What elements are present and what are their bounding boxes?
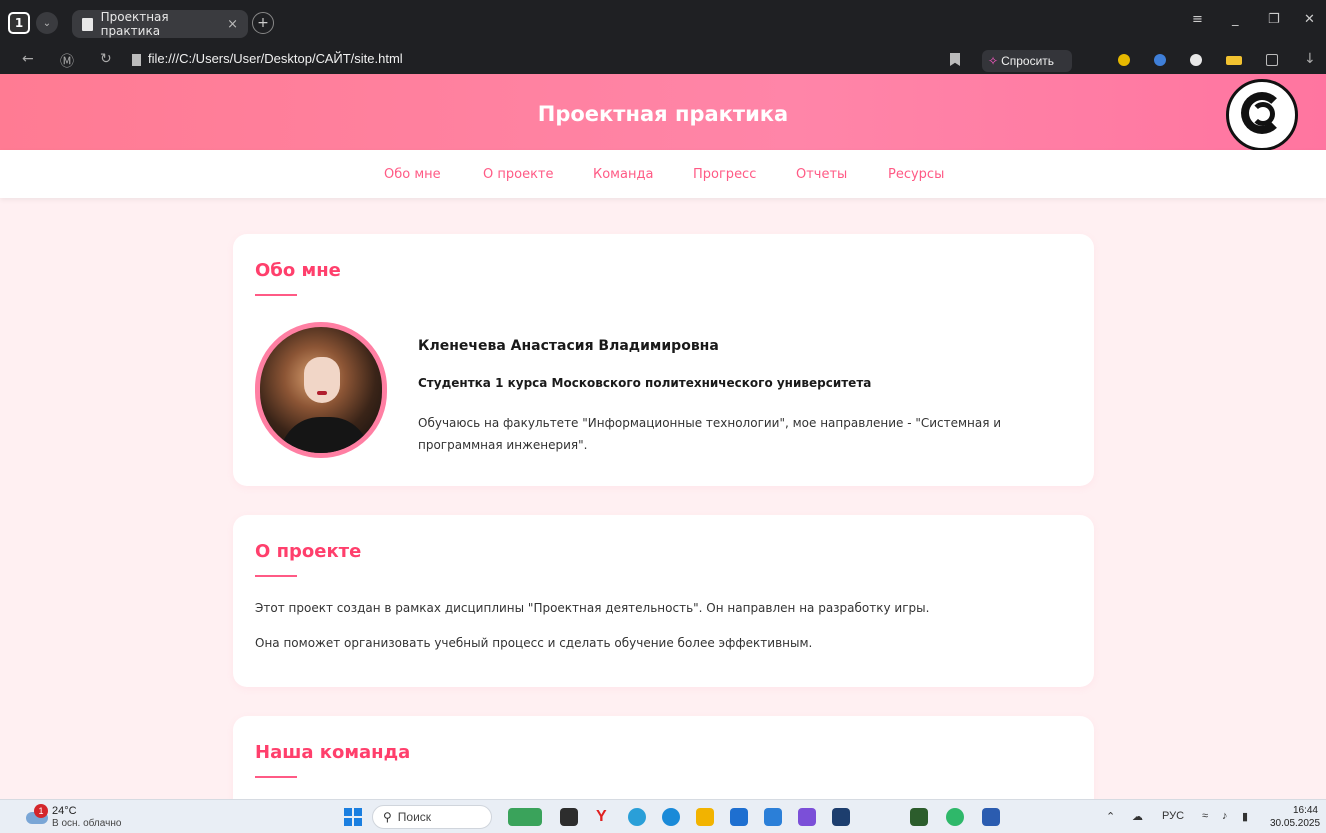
about-heading: Обо мне: [255, 260, 341, 281]
profile-description: Обучаюсь на факультете "Информационные т…: [418, 416, 1002, 452]
battery-extension-icon[interactable]: [1226, 56, 1242, 65]
clock-time: 16:44: [1292, 805, 1318, 816]
url-field[interactable]: file:///C:/Users/User/Desktop/САЙТ/site.…: [148, 51, 403, 66]
heading-underline: [255, 776, 297, 778]
windows-start-icon[interactable]: [344, 808, 362, 826]
store-icon[interactable]: [730, 808, 748, 826]
game-app-icon[interactable]: [508, 808, 542, 826]
logo-ring-inner: [1251, 102, 1275, 126]
search-placeholder: Поиск: [397, 810, 432, 824]
utorrent-icon[interactable]: [946, 808, 964, 826]
reload-icon[interactable]: ↻: [100, 51, 112, 67]
search-icon: ⚲: [383, 810, 392, 824]
document-icon: [82, 17, 93, 31]
minimize-icon[interactable]: _: [1232, 12, 1239, 27]
project-card: О проекте Этот проект создан в рамках ди…: [233, 515, 1094, 687]
telegram-icon[interactable]: [628, 808, 646, 826]
site-title: Проектная практика: [537, 102, 789, 126]
task-view-icon[interactable]: [560, 808, 578, 826]
onedrive-icon[interactable]: ☁: [1132, 810, 1143, 823]
tabs-dropdown-icon[interactable]: ⌄: [36, 12, 58, 34]
nav-resources[interactable]: Ресурсы: [888, 167, 944, 182]
new-tab-icon[interactable]: +: [252, 12, 274, 34]
menu-icon[interactable]: ≡: [1192, 12, 1203, 27]
browser-tab[interactable]: Проектная практика ×: [72, 10, 248, 38]
notes-app-icon[interactable]: [910, 808, 928, 826]
extension-icon[interactable]: [1154, 54, 1166, 66]
microphone-icon[interactable]: [1118, 54, 1130, 66]
close-tab-icon[interactable]: ×: [227, 17, 238, 32]
temperature[interactable]: 24°C: [52, 805, 77, 817]
project-paragraph: Этот проект создан в рамках дисциплины "…: [255, 601, 930, 615]
site-nav: Обо мне О проекте Команда Прогресс Отчет…: [0, 150, 1326, 198]
clock[interactable]: 16:44 30.05.2025: [1270, 804, 1321, 830]
profile-name: Кленечева Анастасия Владимировна: [418, 338, 719, 354]
browser-tab-bar: 1 ⌄ Проектная практика × + ≡ _ ❐ ✕: [0, 0, 1326, 48]
volume-icon[interactable]: ♪: [1222, 810, 1228, 822]
windows-taskbar: 1 24°C В осн. облачно ⚲ Поиск Y ⌃ ☁ РУС …: [0, 799, 1326, 833]
polytech-logo: [1226, 79, 1298, 151]
app-icon[interactable]: [764, 808, 782, 826]
about-card: Обо мне Кленечева Анастасия Владимировна…: [233, 234, 1094, 486]
weather-condition: В осн. облачно: [52, 818, 122, 829]
visual-studio-icon[interactable]: [798, 808, 816, 826]
address-bar: ← Ⓜ ↻ file:///C:/Users/User/Desktop/САЙТ…: [0, 48, 1326, 74]
close-window-icon[interactable]: ✕: [1304, 12, 1315, 27]
photo-lips: [317, 391, 327, 395]
nav-progress[interactable]: Прогресс: [693, 167, 756, 182]
nav-about[interactable]: Обо мне: [384, 167, 441, 182]
site-header: Проектная практика: [0, 74, 1326, 151]
yandex-browser-icon[interactable]: Y: [596, 808, 614, 826]
ai-spark-icon: ✧: [988, 54, 999, 68]
heading-underline: [255, 575, 297, 577]
nav-project[interactable]: О проекте: [483, 167, 554, 182]
ask-button[interactable]: ✧ Спросить: [982, 50, 1072, 72]
download-icon[interactable]: ↓: [1304, 51, 1316, 67]
weather-badge: 1: [34, 804, 48, 818]
profile-subtitle: Студентка 1 курса Московского политехнич…: [418, 376, 872, 390]
team-heading: Наша команда: [255, 742, 411, 763]
shield-icon[interactable]: [1190, 54, 1202, 66]
back-icon[interactable]: ←: [22, 51, 34, 67]
photo-face: [304, 357, 340, 403]
nav-reports[interactable]: Отчеты: [796, 167, 847, 182]
project-heading: О проекте: [255, 541, 362, 562]
tab-title: Проектная практика: [100, 10, 169, 38]
ask-label: Спросить: [1001, 54, 1055, 68]
explorer-icon[interactable]: [696, 808, 714, 826]
clock-date: 30.05.2025: [1270, 818, 1321, 829]
restore-icon[interactable]: ❐: [1268, 12, 1280, 27]
file-icon: [132, 54, 141, 66]
taskbar-search[interactable]: ⚲ Поиск: [372, 805, 492, 829]
photo-body: [280, 417, 370, 453]
wifi-icon[interactable]: ≈: [1202, 810, 1208, 822]
profile-photo: [255, 322, 387, 458]
yandex-icon[interactable]: Ⓜ: [60, 51, 74, 71]
language-indicator[interactable]: РУС: [1162, 810, 1184, 822]
collections-icon[interactable]: [1266, 54, 1278, 66]
word-icon[interactable]: [982, 808, 1000, 826]
battery-icon[interactable]: ▮: [1242, 810, 1248, 823]
project-paragraph: Она поможет организовать учебный процесс…: [255, 636, 813, 650]
tray-expand-icon[interactable]: ⌃: [1106, 810, 1115, 823]
nav-team[interactable]: Команда: [593, 167, 653, 182]
bookmark-icon[interactable]: [950, 53, 960, 66]
edge-icon[interactable]: [662, 808, 680, 826]
heading-underline: [255, 294, 297, 296]
tab-counter-button[interactable]: 1: [8, 12, 30, 34]
security-app-icon[interactable]: [832, 808, 850, 826]
